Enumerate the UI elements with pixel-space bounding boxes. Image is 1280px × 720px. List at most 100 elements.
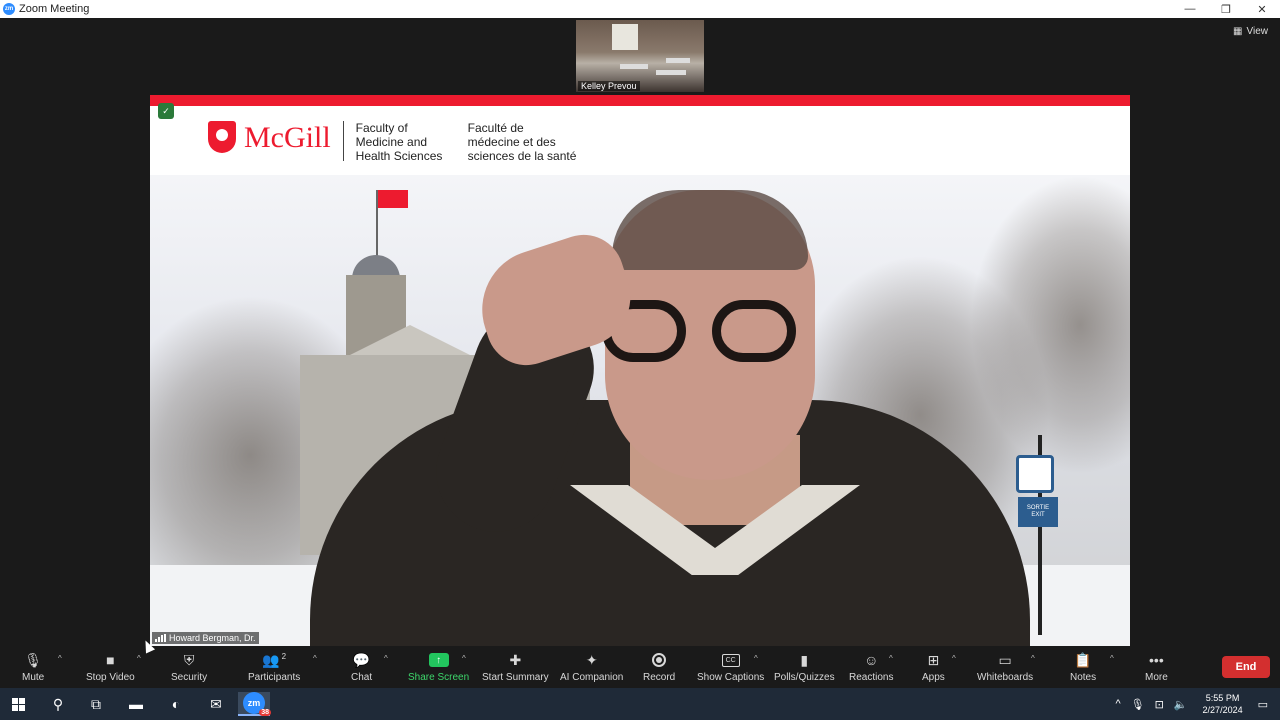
restore-button[interactable]: ❐ [1208, 0, 1244, 18]
zoom-taskbar-label: zm [247, 698, 261, 708]
record-icon [652, 650, 667, 670]
signal-strength-icon [155, 634, 166, 642]
whiteboard-icon: ▭ [998, 651, 1012, 668]
zoom-taskbar-button[interactable]: zm 38 [238, 692, 271, 716]
more-button[interactable]: ••• More [1145, 650, 1168, 683]
share-screen-button[interactable]: ↑ Share Screen [408, 650, 469, 683]
clock-time: 5:55 PM [1205, 693, 1240, 703]
active-speaker-video[interactable]: ✓ McGill Faculty of Medicine and Health … [150, 95, 1130, 646]
close-button[interactable]: ✕ [1244, 0, 1280, 18]
participants-button[interactable]: 👥 2 Participants [248, 650, 301, 684]
system-clock[interactable]: 5:55 PM 2/27/2024 [1203, 692, 1243, 716]
view-button[interactable]: ▦ View [1233, 26, 1268, 37]
apps-icon: ⊞ [927, 651, 940, 668]
faculty-fr-line: Faculté de [467, 121, 524, 135]
polls-button[interactable]: ▮ Polls/Quizzes [774, 650, 835, 684]
mcgill-crest-icon [208, 121, 236, 153]
search-icon[interactable]: ⚲ [42, 692, 74, 716]
share-screen-icon: ↑ [428, 650, 449, 670]
tray-overflow-chevron-icon[interactable]: ^ [1115, 698, 1120, 710]
mute-button[interactable]: 🎙 Mute [22, 650, 45, 684]
shield-icon: ⛨ [183, 651, 195, 668]
video-camera-icon: ■ [106, 652, 115, 668]
ai-sparkle-icon: ✦ [585, 651, 598, 668]
system-tray: ^ 🎙 ⊡ 🔈 5:55 PM 2/27/2024 ▭ [1110, 688, 1280, 720]
zoom-taskbar-icon: zm 38 [243, 692, 271, 716]
title-bar: zm Zoom Meeting — ❐ ✕ [0, 0, 1280, 18]
clock-date: 2/27/2024 [1202, 705, 1243, 715]
task-view-icon[interactable]: ⧉ [80, 692, 112, 716]
reactions-chevron-icon[interactable]: ^ [889, 654, 893, 663]
apps-button[interactable]: ⊞ Apps [922, 650, 945, 684]
captions-chevron-icon[interactable]: ^ [754, 654, 758, 663]
emoji-icon: ☺ [864, 652, 879, 668]
minimize-button[interactable]: — [1172, 0, 1208, 18]
thumbnail-name-tag: Kelley Prevou [578, 81, 640, 91]
chat-label: Chat [351, 672, 373, 683]
notes-label: Notes [1070, 672, 1097, 683]
sign-line: EXIT [1031, 512, 1045, 518]
notification-center-icon[interactable]: ▭ [1258, 698, 1268, 711]
record-label: Record [643, 672, 676, 683]
security-button[interactable]: ⛨ Security [171, 650, 208, 684]
brand-bar [150, 95, 1130, 106]
start-button[interactable] [2, 692, 34, 716]
video-options-chevron-icon[interactable]: ^ [137, 654, 141, 663]
chat-chevron-icon[interactable]: ^ [384, 654, 388, 663]
reactions-label: Reactions [849, 672, 894, 683]
file-explorer-icon[interactable]: ▬ [120, 692, 152, 716]
outlook-icon[interactable]: ✉ [200, 692, 232, 716]
speaker-name: Howard Bergman, Dr. [169, 633, 256, 643]
network-icon[interactable]: ⊡ [1155, 698, 1164, 711]
participants-icon: 👥 2 [262, 651, 287, 668]
audio-options-chevron-icon[interactable]: ^ [58, 654, 62, 663]
faculty-en-line: Faculty of [355, 121, 408, 135]
speaker-name-tag: Howard Bergman, Dr. [152, 632, 259, 644]
flag [378, 190, 408, 208]
notes-icon: 📋 [1074, 651, 1092, 668]
encryption-shield-icon[interactable]: ✓ [158, 103, 174, 119]
ai-companion-label: AI Companion [560, 672, 624, 683]
sortie-exit-sign: SORTIE EXIT [1018, 497, 1058, 527]
participants-chevron-icon[interactable]: ^ [313, 654, 317, 663]
logo-divider [342, 121, 344, 161]
windows-taskbar: ⚲ ⧉ ▬ ◐ ✉ zm 38 ^ 🎙 ⊡ 🔈 5:55 PM 2/27/202… [0, 688, 1280, 720]
faculty-fr-line: sciences de la santé [467, 149, 577, 163]
notes-button[interactable]: 📋 Notes [1070, 650, 1097, 684]
mute-label: Mute [22, 672, 45, 683]
end-meeting-button[interactable]: End [1222, 656, 1270, 678]
security-label: Security [171, 672, 208, 683]
chat-button[interactable]: 💬 Chat [351, 650, 373, 684]
reactions-button[interactable]: ☺ Reactions [849, 650, 893, 683]
apps-label: Apps [922, 672, 945, 683]
apps-chevron-icon[interactable]: ^ [952, 654, 956, 663]
more-label: More [1145, 672, 1168, 683]
thumbnail-projector-screen [612, 24, 638, 50]
share-chevron-icon[interactable]: ^ [462, 654, 466, 663]
whiteboards-button[interactable]: ▭ Whiteboards [977, 650, 1033, 684]
meeting-toolbar: 🎙 Mute ^ ■ Stop Video ^ ⛨ Security 👥 2 Pa… [0, 646, 1280, 688]
mcgill-wordmark: McGill [244, 121, 331, 154]
start-summary-button[interactable]: ✚ Start Summary [482, 650, 549, 684]
glasses-right-lens [712, 300, 796, 362]
participant-thumbnail[interactable]: Kelley Prevou [576, 20, 704, 92]
ai-companion-button[interactable]: ✦ AI Companion [560, 650, 624, 684]
participants-label: Participants [248, 672, 301, 683]
zoom-app-icon: zm [3, 3, 15, 15]
thumbnail-desk [656, 70, 686, 75]
edge-browser-icon[interactable]: ◐ [160, 692, 192, 716]
share-screen-label: Share Screen [408, 672, 470, 683]
tray-microphone-icon[interactable]: 🎙 [1131, 698, 1145, 711]
thumbnail-desk [620, 64, 648, 69]
record-button[interactable]: Record [643, 650, 675, 683]
microphone-icon: 🎙 [24, 651, 42, 668]
chat-bubble-icon: 💬 [352, 651, 371, 668]
windows-logo-icon [11, 697, 25, 711]
thumbnail-desk [666, 58, 690, 63]
whiteboards-chevron-icon[interactable]: ^ [1031, 654, 1035, 663]
stop-video-label: Stop Video [86, 672, 135, 683]
notes-chevron-icon[interactable]: ^ [1110, 654, 1114, 663]
stop-video-button[interactable]: ■ Stop Video [86, 650, 135, 683]
volume-icon[interactable]: 🔈 [1174, 698, 1188, 711]
sign-line: SORTIE [1026, 505, 1050, 511]
